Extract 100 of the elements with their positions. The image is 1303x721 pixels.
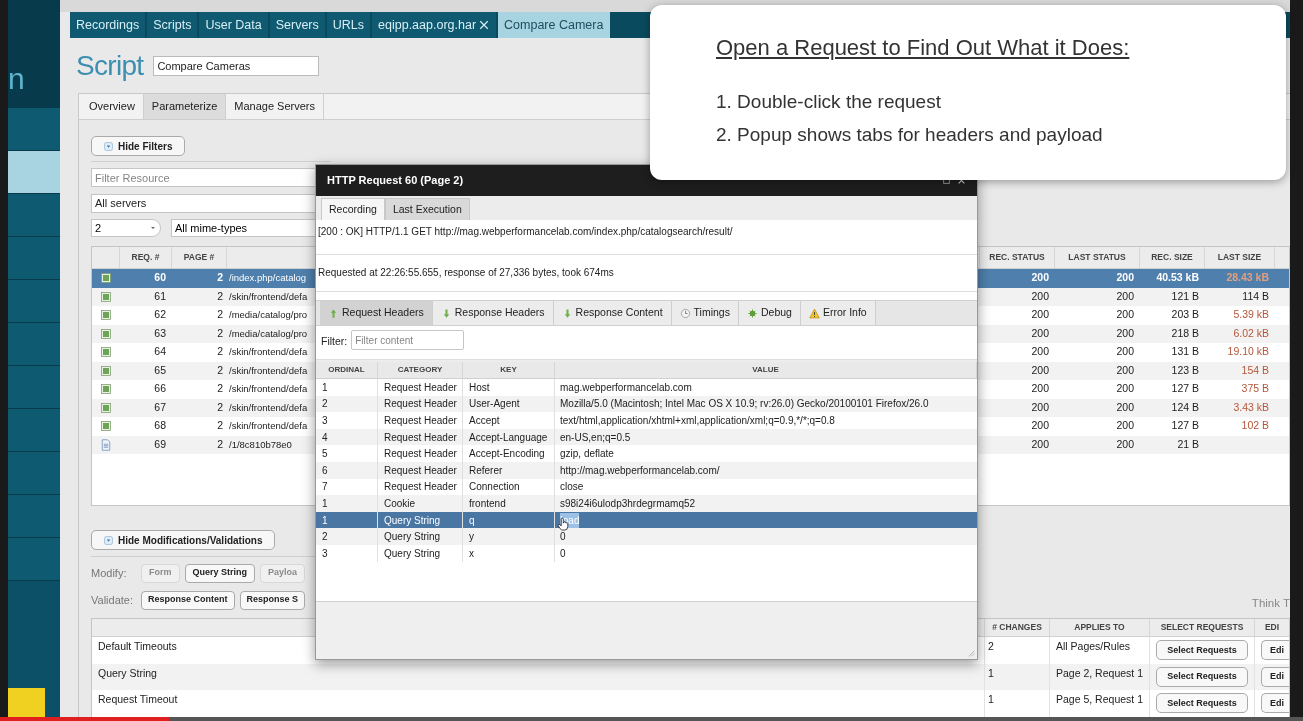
table-cell: /skin/frontend/defa <box>229 420 308 432</box>
table-cell: 200 <box>1031 419 1049 432</box>
table-cell: 154 B <box>1241 363 1269 376</box>
filter-label: Filter: <box>321 334 348 349</box>
table-cell: 200 <box>1031 437 1049 450</box>
table-cell-text: 2 <box>216 288 224 304</box>
table-cell: /index.php/catalog <box>229 272 307 284</box>
table-cell: Referer <box>463 461 555 479</box>
table-cell: 375 B <box>1241 382 1269 395</box>
table-cell-text: 2 <box>216 418 224 434</box>
table-cell-text: 2 <box>216 270 224 286</box>
column-header: ORDINAL <box>316 362 378 378</box>
column-header: LAST SIZE <box>1204 247 1274 268</box>
callout-step: 1. Double-click the request <box>716 88 1286 117</box>
table-cell: 200 <box>1116 400 1134 413</box>
modify-label: Modify: <box>91 565 128 581</box>
table-cell: 200 <box>1116 419 1134 432</box>
table-cell: 121 B <box>1171 289 1199 302</box>
table-cell: Accept <box>463 412 555 429</box>
table-cell: 200 <box>1116 437 1134 450</box>
table-cell: 3 <box>316 544 378 562</box>
table-cell-text: 2 <box>216 399 224 415</box>
table-cell: 200 <box>1116 271 1134 284</box>
table-cell: /skin/frontend/defa <box>229 346 308 358</box>
table-cell-text: close <box>560 480 584 495</box>
table-cell-text: 2 <box>216 436 224 452</box>
column-header: REC. SIZE <box>1139 247 1204 268</box>
callout-step: 2. Popup shows tabs for headers and payload <box>716 120 1286 149</box>
table-cell: 19.10 kB <box>1227 345 1269 358</box>
table-cell-text: 69 <box>153 436 167 452</box>
table-cell: 1 <box>984 690 1049 717</box>
table-cell-text: gzip, deflate <box>560 447 614 462</box>
table-cell: Request Header <box>378 461 463 479</box>
table-cell-text: text/html,application/xhtml+xml,application/xml;q=0.9,*/*;q=0.8 <box>560 414 835 428</box>
table-cell: 200 <box>1031 363 1049 376</box>
dialog-title: HTTP Request 60 (Page 2) <box>327 173 464 189</box>
table-cell: /media/catalog/pro <box>229 327 308 339</box>
table-cell-text: 2 <box>216 362 224 378</box>
table-cell: 3.43 kB <box>1233 400 1269 413</box>
table-cell: Host <box>463 379 555 396</box>
table-cell: All Pages/Rules <box>1049 637 1149 664</box>
table-cell-text: 63 <box>153 325 167 341</box>
column-header: CATEGORY <box>378 362 463 378</box>
table-cell: 21 B <box>1177 437 1199 450</box>
table-cell: Accept-Encoding <box>463 445 555 462</box>
table-cell: 200 <box>1116 382 1134 395</box>
table-cell-text: 2 <box>216 344 224 360</box>
table-cell-text: 0 <box>560 546 566 561</box>
table-cell: 5.39 kB <box>1233 308 1269 321</box>
column-header: REQ. # <box>120 247 172 268</box>
table-cell: 200 <box>1031 400 1049 413</box>
table-cell: Request Header <box>378 412 463 429</box>
table-cell: 200 <box>1031 289 1049 302</box>
table-cell: 40.53 kB <box>1156 271 1199 284</box>
table-cell-text: en-US,en;q=0.5 <box>560 430 631 445</box>
validate-label: Validate: <box>91 592 134 608</box>
column-header: LAST STATUS <box>1054 247 1139 268</box>
table-cell: 2 <box>316 528 378 545</box>
logo-text: n <box>8 64 25 94</box>
table-cell-text: 0 <box>560 530 566 545</box>
table-cell: 6.02 kB <box>1233 326 1269 339</box>
column-header: KEY <box>463 362 555 378</box>
table-cell: 200 <box>1031 345 1049 358</box>
table-cell: 114 B <box>1242 289 1269 302</box>
table-cell: 127 B <box>1171 382 1199 395</box>
column-header: EDI <box>1254 619 1289 636</box>
table-cell: /skin/frontend/defa <box>229 401 308 413</box>
table-cell-text: 2 <box>216 307 224 323</box>
table-cell: 28.43 kB <box>1226 271 1269 284</box>
table-cell: Default Timeouts <box>98 640 177 652</box>
table-cell: Request Header <box>378 445 463 462</box>
table-cell-text: 62 <box>153 307 167 323</box>
table-cell: y <box>463 528 555 545</box>
table-cell: 200 <box>1031 326 1049 339</box>
timing-line: Requested at 22:26:55.655, response of 27,336 bytes, took 674ms <box>316 255 977 292</box>
page-title: Script <box>76 48 144 83</box>
table-cell: x <box>463 544 555 562</box>
column-header: PAGE # <box>172 247 227 268</box>
status-line: [200 : OK] HTTP/1.1 GET http://mag.webperformancelab.com/index.php/catalogsearch/result/ <box>316 220 977 255</box>
table-cell: /1/8c810b78e0 <box>229 438 292 450</box>
table-cell: Query String <box>378 544 463 562</box>
table-cell: 3 <box>316 412 378 429</box>
table-cell-text: 2 <box>216 381 224 397</box>
table-cell: /skin/frontend/defa <box>229 364 308 376</box>
table-cell: /media/catalog/pro <box>229 309 308 321</box>
table-cell: 6 <box>316 461 378 479</box>
table-cell: 5 <box>316 445 378 462</box>
table-cell: 203 B <box>1171 308 1199 321</box>
table-cell: /skin/frontend/defa <box>229 290 308 302</box>
callout-title: Open a Request to Find Out What it Does: <box>716 34 1131 62</box>
table-cell: 200 <box>1031 271 1049 284</box>
column-header: VALUE <box>555 362 977 378</box>
table-cell: /skin/frontend/defa <box>229 383 308 395</box>
table-cell: Request Timeout <box>98 693 178 705</box>
table-cell-text: s98i24i6ulodp3hrdegrmamq52 <box>560 496 696 511</box>
table-cell: Page 5, Request 1 <box>1049 690 1149 717</box>
table-cell: 200 <box>1031 308 1049 321</box>
table-cell-text: 66 <box>153 381 167 397</box>
table-cell-text: mag.webperformancelab.com <box>560 380 692 395</box>
table-cell: 200 <box>1116 326 1134 339</box>
